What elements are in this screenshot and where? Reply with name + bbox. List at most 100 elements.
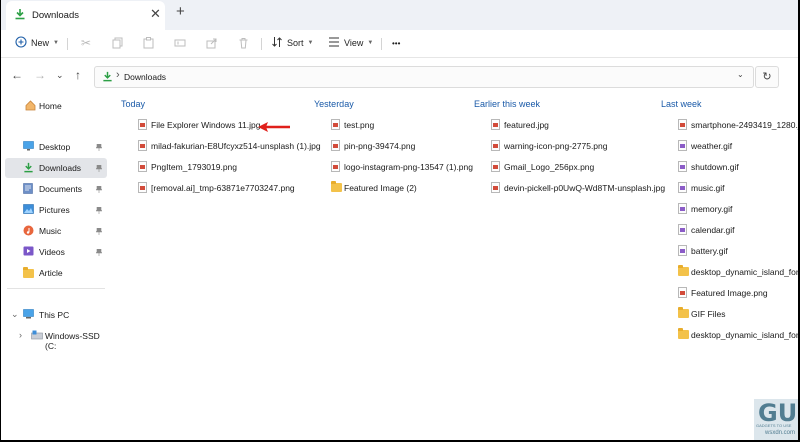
forward-arrow-icon[interactable]: → bbox=[34, 68, 46, 82]
pin-icon[interactable] bbox=[95, 185, 103, 193]
folder-icon bbox=[678, 265, 689, 278]
breadcrumb-chevron-icon: › bbox=[116, 69, 120, 81]
chevron-down-icon[interactable]: ⌄ bbox=[737, 70, 744, 79]
gif-file-icon bbox=[678, 182, 687, 195]
videos-icon bbox=[23, 246, 34, 258]
sidebar-item-label: Windows-SSD (C: bbox=[45, 331, 100, 351]
sidebar-item-label: Videos bbox=[39, 247, 65, 257]
sidebar-item-videos[interactable]: Videos bbox=[5, 242, 107, 262]
image-file-icon bbox=[138, 119, 147, 132]
folder-icon bbox=[23, 267, 34, 280]
paste-icon[interactable] bbox=[143, 36, 154, 50]
file-name: GIF Files bbox=[691, 309, 726, 319]
image-file-icon bbox=[491, 119, 500, 132]
chevron-down-icon: ▼ bbox=[53, 40, 59, 46]
sidebar-item-label: Article bbox=[39, 268, 63, 278]
logo-domain: wsxdn.com bbox=[765, 430, 796, 436]
file-name: battery.gif bbox=[691, 246, 728, 256]
pin-icon[interactable] bbox=[95, 248, 103, 256]
chevron-down-icon: ▼ bbox=[367, 40, 374, 46]
group-header-today[interactable]: Today bbox=[121, 99, 145, 109]
file-name: devin-pickell-p0UwQ-Wd8TM-unsplash.jpg bbox=[504, 183, 666, 193]
breadcrumb-downloads[interactable]: Downloads bbox=[124, 72, 166, 82]
navigation-pane: Home Desktop Downloads Documents Picture… bbox=[1, 92, 111, 440]
sidebar-item-desktop[interactable]: Desktop bbox=[5, 137, 107, 157]
expand-chevron-icon[interactable]: ⌄ bbox=[11, 309, 19, 320]
sidebar-item-downloads[interactable]: Downloads bbox=[5, 158, 107, 178]
file-name: warning-icon-png-2775.png bbox=[504, 141, 608, 151]
delete-icon[interactable] bbox=[238, 36, 249, 50]
pin-icon[interactable] bbox=[95, 227, 103, 235]
expand-chevron-icon[interactable]: › bbox=[19, 330, 22, 340]
recent-chevron-icon[interactable]: ⌄ bbox=[56, 70, 64, 81]
file-name: Featured Image (2) bbox=[344, 183, 417, 193]
sidebar-item-this-pc[interactable]: ⌄ This PC bbox=[5, 305, 107, 325]
sidebar-item-documents[interactable]: Documents bbox=[5, 179, 107, 199]
address-bar[interactable]: › Downloads ⌄ bbox=[94, 66, 754, 88]
image-file-icon bbox=[678, 287, 687, 300]
back-arrow-icon[interactable]: ← bbox=[11, 68, 23, 82]
new-tab-button[interactable]: + bbox=[176, 3, 185, 20]
gif-file-icon bbox=[678, 203, 687, 216]
file-name: Gmail_Logo_256px.png bbox=[504, 162, 595, 172]
new-label: New bbox=[31, 38, 50, 48]
more-options-icon[interactable]: ••• bbox=[392, 36, 400, 50]
sidebar-item-label: Pictures bbox=[39, 205, 70, 215]
sidebar-item-windows-ssd[interactable]: › Windows-SSD (C: bbox=[5, 326, 111, 351]
documents-icon bbox=[23, 183, 33, 196]
sidebar-item-label: Home bbox=[39, 101, 62, 111]
folder-icon bbox=[678, 307, 689, 320]
group-header-yesterday[interactable]: Yesterday bbox=[314, 99, 354, 109]
share-icon[interactable] bbox=[206, 36, 218, 50]
file-name: pin-png-39474.png bbox=[344, 141, 416, 151]
rename-icon[interactable] bbox=[174, 36, 186, 50]
sidebar-item-music[interactable]: Music bbox=[5, 221, 107, 241]
sidebar-item-label: Desktop bbox=[39, 142, 71, 152]
image-file-icon bbox=[138, 140, 147, 153]
pictures-icon bbox=[23, 204, 34, 216]
gif-file-icon bbox=[678, 245, 687, 258]
pin-icon[interactable] bbox=[95, 206, 103, 214]
sidebar-item-pictures[interactable]: Pictures bbox=[5, 200, 107, 220]
sort-button[interactable]: Sort ▼ bbox=[271, 36, 313, 50]
view-button[interactable]: View ▼ bbox=[328, 36, 373, 50]
file-name: desktop_dynamic_island_for_xw bbox=[691, 330, 798, 340]
title-bar: Downloads ✕ + bbox=[1, 0, 798, 30]
gif-file-icon bbox=[678, 140, 687, 153]
file-name: memory.gif bbox=[691, 204, 733, 214]
sidebar-item-label: Documents bbox=[39, 184, 82, 194]
sidebar-item-article[interactable]: Article bbox=[5, 263, 107, 283]
view-label: View bbox=[344, 38, 364, 48]
chevron-down-icon: ▼ bbox=[307, 40, 314, 46]
up-arrow-icon[interactable]: ↑ bbox=[75, 68, 81, 82]
cut-icon[interactable]: ✂ bbox=[81, 36, 91, 50]
divider bbox=[261, 38, 262, 50]
sidebar-item-label: Music bbox=[39, 226, 62, 236]
navigation-bar: ← → ⌄ ↑ › Downloads ⌄ ↻ bbox=[1, 58, 798, 92]
desktop-icon bbox=[23, 141, 34, 153]
tab-title: Downloads bbox=[32, 10, 79, 21]
file-name: desktop_dynamic_island_for_xw bbox=[691, 267, 798, 277]
file-name: logo-instagram-png-13547 (1).png bbox=[344, 162, 473, 172]
tab-downloads[interactable]: Downloads ✕ bbox=[6, 1, 165, 30]
home-icon bbox=[25, 100, 36, 113]
drive-icon bbox=[31, 330, 43, 342]
new-button[interactable]: New ▼ bbox=[15, 36, 59, 50]
command-bar: New ▼ ✂ Sort ▼ View ▼ ••• bbox=[1, 30, 798, 58]
copy-icon[interactable] bbox=[112, 36, 123, 50]
image-file-icon bbox=[491, 161, 500, 174]
file-name: calendar.gif bbox=[691, 225, 735, 235]
logo-tagline: GADGETS TO USE bbox=[756, 423, 792, 428]
sidebar-item-home[interactable]: Home bbox=[5, 96, 107, 116]
image-file-icon bbox=[331, 119, 340, 132]
gif-file-icon bbox=[678, 224, 687, 237]
view-icon bbox=[328, 36, 340, 50]
group-header-earlier-this-week[interactable]: Earlier this week bbox=[474, 99, 540, 109]
group-header-last-week[interactable]: Last week bbox=[661, 99, 702, 109]
pin-icon[interactable] bbox=[95, 143, 103, 151]
refresh-button[interactable]: ↻ bbox=[755, 66, 779, 88]
close-tab-icon[interactable]: ✕ bbox=[150, 6, 161, 22]
gif-file-icon bbox=[678, 161, 687, 174]
file-name: music.gif bbox=[691, 183, 725, 193]
pin-icon[interactable] bbox=[95, 164, 103, 172]
